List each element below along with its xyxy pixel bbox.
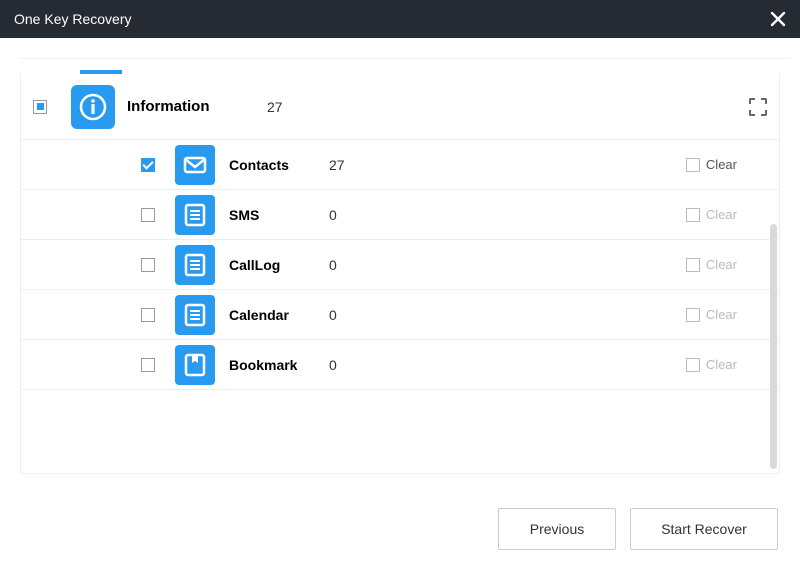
item-name: Contacts bbox=[229, 157, 329, 173]
clear-group[interactable]: Clear bbox=[686, 157, 737, 172]
clear-group: Clear bbox=[686, 357, 737, 372]
item-checkbox[interactable] bbox=[141, 308, 155, 322]
start-recover-button[interactable]: Start Recover bbox=[630, 508, 778, 550]
clear-label: Clear bbox=[706, 357, 737, 372]
doc-icon bbox=[175, 245, 215, 285]
clear-checkbox bbox=[686, 258, 700, 272]
item-checkbox[interactable] bbox=[141, 208, 155, 222]
book-icon bbox=[175, 345, 215, 385]
selection-icon[interactable] bbox=[749, 98, 767, 116]
clear-label: Clear bbox=[706, 157, 737, 172]
clear-checkbox bbox=[686, 208, 700, 222]
item-row-contacts[interactable]: Contacts27 Clear bbox=[21, 140, 779, 190]
category-count: 27 bbox=[267, 99, 283, 115]
clear-group: Clear bbox=[686, 307, 737, 322]
previous-button[interactable]: Previous bbox=[498, 508, 616, 550]
footer-buttons: Previous Start Recover bbox=[498, 508, 778, 550]
item-name: Bookmark bbox=[229, 357, 329, 373]
item-checkbox[interactable] bbox=[141, 358, 155, 372]
category-row-information[interactable]: Information 27 bbox=[21, 74, 779, 140]
item-row-sms[interactable]: SMS0 Clear bbox=[21, 190, 779, 240]
item-row-bookmark[interactable]: Bookmark0 Clear bbox=[21, 340, 779, 390]
item-count: 0 bbox=[329, 307, 389, 323]
category-name: Information bbox=[127, 98, 267, 115]
scrollbar[interactable] bbox=[770, 224, 777, 469]
item-checkbox[interactable] bbox=[141, 258, 155, 272]
data-list: Information 27 Contacts27ClearSMS0ClearC… bbox=[20, 74, 780, 474]
titlebar: One Key Recovery bbox=[0, 0, 800, 38]
clear-checkbox bbox=[686, 358, 700, 372]
item-checkbox[interactable] bbox=[141, 158, 155, 172]
clear-group: Clear bbox=[686, 207, 737, 222]
clear-group: Clear bbox=[686, 257, 737, 272]
clear-label: Clear bbox=[706, 207, 737, 222]
item-count: 27 bbox=[329, 157, 389, 173]
item-name: Calendar bbox=[229, 307, 329, 323]
item-row-calllog[interactable]: CallLog0 Clear bbox=[21, 240, 779, 290]
mail-icon bbox=[175, 145, 215, 185]
item-count: 0 bbox=[329, 357, 389, 373]
clear-checkbox bbox=[686, 308, 700, 322]
item-name: CallLog bbox=[229, 257, 329, 273]
info-icon bbox=[71, 85, 115, 129]
category-checkbox[interactable] bbox=[33, 100, 47, 114]
close-icon[interactable] bbox=[770, 11, 786, 27]
clear-checkbox[interactable] bbox=[686, 158, 700, 172]
item-name: SMS bbox=[229, 207, 329, 223]
clear-label: Clear bbox=[706, 257, 737, 272]
item-count: 0 bbox=[329, 207, 389, 223]
clear-label: Clear bbox=[706, 307, 737, 322]
doc-icon bbox=[175, 195, 215, 235]
tab-strip bbox=[20, 58, 790, 74]
doc-icon bbox=[175, 295, 215, 335]
item-row-calendar[interactable]: Calendar0 Clear bbox=[21, 290, 779, 340]
item-count: 0 bbox=[329, 257, 389, 273]
content-area: Information 27 Contacts27ClearSMS0ClearC… bbox=[0, 38, 800, 580]
window-title: One Key Recovery bbox=[14, 11, 132, 27]
